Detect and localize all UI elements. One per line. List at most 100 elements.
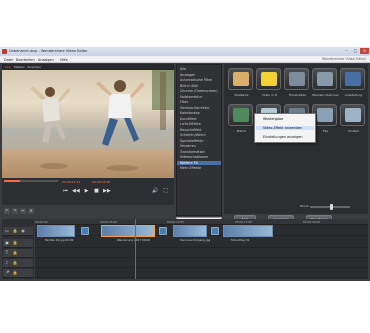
audio-track-control: ♪ 🔒: [3, 259, 33, 268]
fast-forward-icon[interactable]: ▶▶: [103, 188, 111, 195]
lock-icon[interactable]: 🔒: [12, 240, 18, 246]
close-button[interactable]: ×: [360, 48, 369, 54]
audio-track-lane[interactable]: [35, 259, 368, 268]
category-item[interactable]: Anzeigen: [180, 73, 195, 77]
video-editor-window: Unbenannt.wvp - Wondershare Video Editor…: [0, 47, 370, 281]
timeline-tracks[interactable]: 00:00:00 00:00:05:00 00:00:10:00 00:00:1…: [35, 219, 368, 279]
minimize-button[interactable]: –: [342, 48, 351, 54]
timeline-playhead[interactable]: [135, 219, 136, 279]
ruler-tick-label: 00:00:05:00: [100, 220, 118, 224]
context-menu-item-apply-effect[interactable]: Video-Effekt anwenden: [256, 126, 314, 130]
play-icon[interactable]: ▶: [83, 188, 90, 195]
lock-icon[interactable]: 🔒: [12, 250, 18, 256]
effect-category-list: Alle Anzeigen Automatische Filter Bild-in-B…: [176, 64, 222, 216]
maximize-button[interactable]: □: [351, 48, 360, 54]
effect-preview-icon: [289, 72, 305, 86]
category-item[interactable]: Kaleidoskop: [180, 111, 200, 115]
category-item[interactable]: Verzerren: [180, 144, 196, 148]
split-icon[interactable]: ✂: [20, 208, 26, 214]
tab-media[interactable]: Medien: [14, 65, 25, 69]
rewind-icon[interactable]: ◀◀: [72, 188, 80, 195]
window-title: Unbenannt.wvp - Wondershare Video Editor: [9, 49, 88, 53]
playback-controls: 00:00:01:21 00:00:04:20 ⏮ ◀◀ ▶ ■ ▶▶ 🔊 ⛶: [2, 178, 174, 205]
effect-thumbnail[interactable]: Postkarte: [228, 68, 253, 97]
voice-track-lane[interactable]: [35, 269, 368, 278]
effect-preview-icon: [317, 108, 333, 122]
effect-label: Filmstreifen: [288, 93, 307, 97]
playback-progress-bar[interactable]: [4, 180, 58, 182]
video-clip[interactable]: [37, 225, 75, 237]
context-menu-item-settings[interactable]: Einstellungen anzeigen: [263, 135, 302, 139]
effect-preview-icon: [233, 108, 249, 122]
transition-icon[interactable]: [81, 227, 89, 235]
effect-thumbnail[interactable]: Wandern Rahmen: [312, 68, 339, 97]
video-track-icon: ▭: [5, 228, 9, 233]
zoom-slider-knob[interactable]: [330, 204, 334, 210]
lock-icon[interactable]: 🔒: [12, 260, 18, 266]
category-item[interactable]: Filter: [180, 100, 188, 104]
category-item[interactable]: Alle: [180, 67, 186, 71]
category-item[interactable]: Transformation: [180, 150, 205, 154]
effect-thumbnail[interactable]: Filmstreifen: [284, 68, 309, 97]
volume-icon[interactable]: 🔊: [152, 188, 159, 195]
effect-preview-icon: [261, 72, 277, 86]
overlay-track-icon: ▣: [5, 240, 9, 245]
clip-label: Sonnenuntergang.jpg: [180, 238, 211, 242]
text-track-lane[interactable]: [35, 249, 368, 258]
category-item[interactable]: Licht-Effekte: [180, 122, 201, 126]
category-item[interactable]: Gamma-Korrektur: [180, 106, 209, 110]
menu-bar: Datei Bearbeiten Anzeigen Hilfe Wondersh…: [0, 56, 370, 63]
timeline-toolbar: ↶ ↷ ✂ ✕: [2, 207, 172, 215]
category-item[interactable]: Spezialeffekte: [180, 139, 203, 143]
category-item[interactable]: Automatische Filter: [180, 78, 212, 82]
clip-label: Strandtag 01: [231, 238, 250, 242]
menu-file[interactable]: Datei: [4, 58, 13, 62]
track-controls: ▭ 🔒 ◉ ▣ 🔒 T 🔒 ♪ 🔒 🎤 🔒: [2, 219, 34, 279]
effect-preview-icon: [233, 72, 249, 86]
ruler-tick-label: 00:00:20:00: [303, 220, 321, 224]
video-clip[interactable]: [223, 225, 273, 237]
undo-icon[interactable]: ↶: [4, 208, 10, 214]
title-bar: Unbenannt.wvp - Wondershare Video Editor…: [0, 47, 370, 56]
ruler-tick-label: 00:00:10:00: [167, 220, 185, 224]
category-item[interactable]: Bild-in-Bild: [180, 84, 198, 88]
tab-clip[interactable]: Clip: [5, 65, 11, 69]
context-menu-item-play[interactable]: Wiedergabe: [263, 117, 283, 121]
video-clip[interactable]: [173, 225, 207, 237]
lock-icon[interactable]: 🔒: [12, 228, 18, 234]
zoom-slider[interactable]: [310, 204, 350, 210]
category-item[interactable]: Kunstfilter: [180, 117, 197, 121]
effect-thumbnail[interactable]: Kristall: [340, 104, 365, 133]
overlay-track-control: ▣ 🔒: [3, 239, 33, 248]
fullscreen-icon[interactable]: ⛶: [162, 188, 169, 195]
transition-icon[interactable]: [159, 227, 167, 235]
category-item[interactable]: Weitere FX: [177, 160, 221, 165]
category-item[interactable]: Farbkorrektur: [180, 95, 202, 99]
menu-view[interactable]: Anzeigen: [38, 58, 54, 62]
effect-thumbnail[interactable]: Video in Q: [256, 68, 281, 97]
text-track-control: T 🔒: [3, 249, 33, 258]
context-menu: Wiedergabe Video-Effekt anwenden Einstel…: [254, 113, 316, 143]
category-item[interactable]: Chroma (Greenscreen): [180, 89, 218, 93]
category-item[interactable]: Mehr Effekte: [180, 166, 201, 170]
zoom-label: Zoom: [300, 204, 309, 208]
effect-label: Wandern Rahmen: [312, 93, 339, 97]
preview-video-frame[interactable]: [2, 70, 174, 178]
category-item[interactable]: Schärfen/Weich: [180, 133, 206, 137]
stop-icon[interactable]: ■: [93, 188, 100, 195]
delete-icon[interactable]: ✕: [28, 208, 34, 214]
effect-thumbnail[interactable]: Ausstellung: [340, 68, 365, 97]
video-clip-selected[interactable]: [101, 225, 155, 237]
eye-icon[interactable]: ◉: [20, 228, 26, 234]
previous-frame-icon[interactable]: ⏮: [62, 188, 69, 195]
transition-icon[interactable]: [211, 227, 219, 235]
menu-help[interactable]: Hilfe: [60, 58, 68, 62]
voice-track-control: 🎤 🔒: [3, 269, 33, 278]
category-item[interactable]: Videoschablonen: [180, 155, 208, 159]
redo-icon[interactable]: ↷: [12, 208, 18, 214]
category-item[interactable]: Rauscheffekt: [180, 128, 201, 132]
menu-edit[interactable]: Bearbeiten: [16, 58, 35, 62]
effect-thumbnail[interactable]: Matrix: [228, 104, 253, 133]
lock-icon[interactable]: 🔒: [12, 270, 18, 276]
tab-preview[interactable]: Vorschau: [27, 65, 41, 69]
